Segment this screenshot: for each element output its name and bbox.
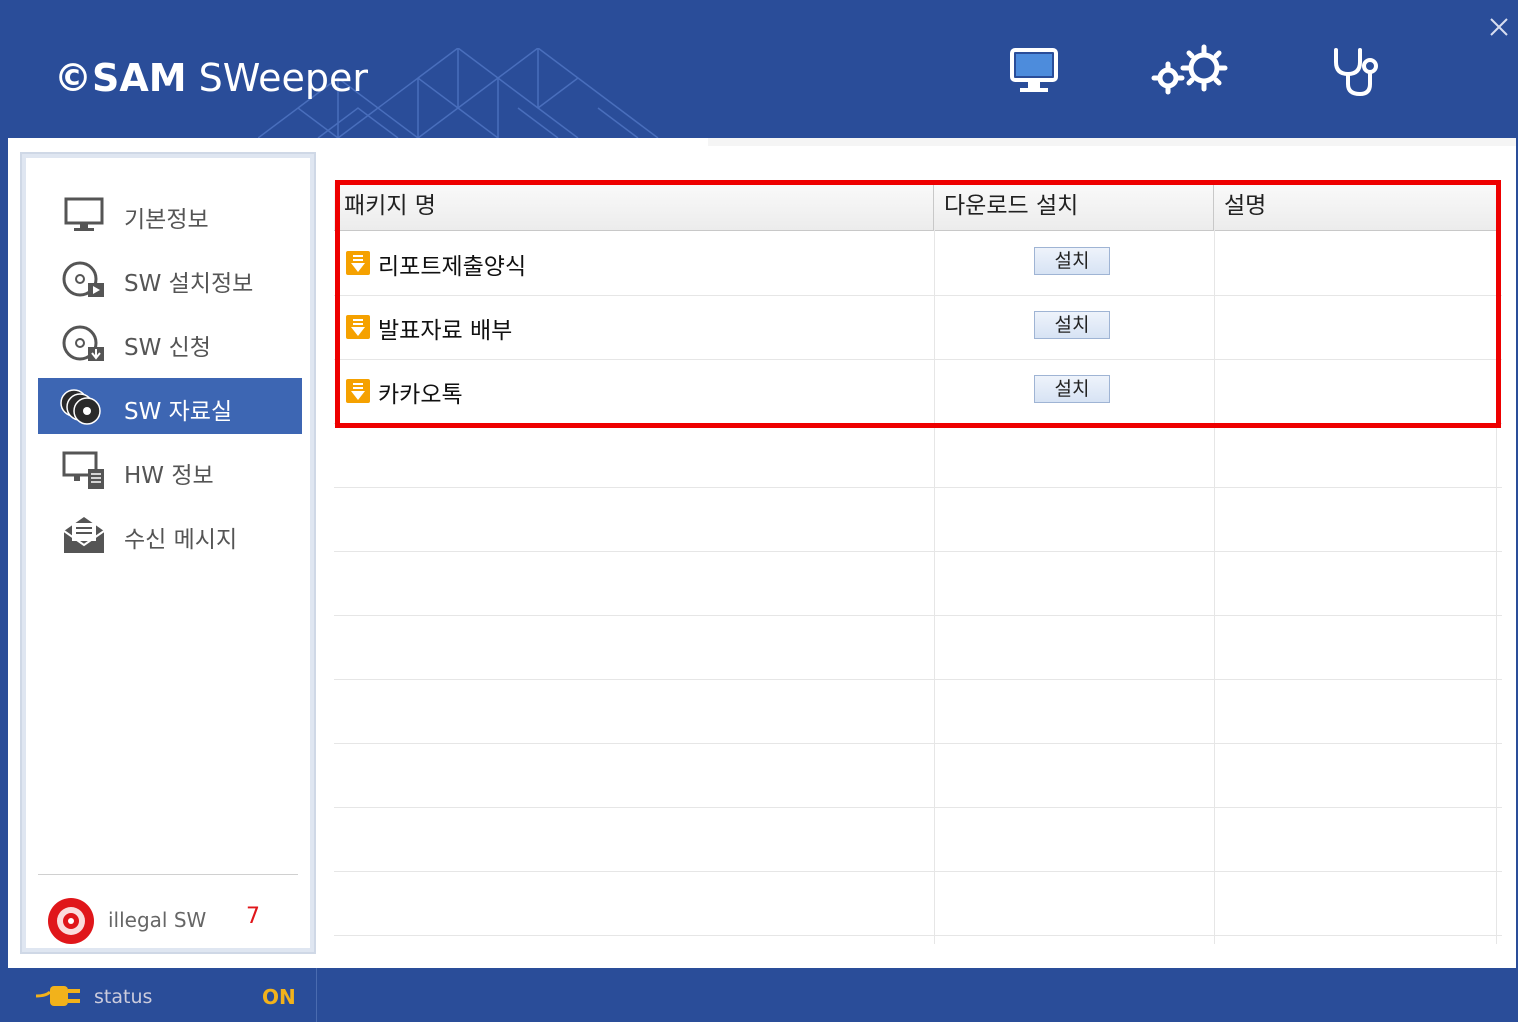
monitor-icon	[64, 197, 104, 231]
column-header-description[interactable]: 설명	[1214, 182, 1498, 230]
app-logo: ©SAM SWeeper	[54, 56, 368, 100]
install-button[interactable]: 설치	[1034, 311, 1110, 339]
install-button[interactable]: 설치	[1034, 375, 1110, 403]
empty-row	[334, 679, 1502, 744]
status-label: status	[94, 986, 153, 1008]
envelope-icon	[63, 517, 105, 553]
illegal-sw-label: illegal SW	[108, 908, 207, 932]
sidebar-item-hw-info[interactable]: HW 정보	[38, 442, 302, 498]
empty-row	[334, 807, 1502, 872]
package-name: 발표자료 배부	[378, 318, 513, 344]
header-bar: ©SAM SWeeper	[8, 8, 1516, 138]
empty-row	[334, 871, 1502, 936]
status-separator	[316, 968, 317, 1022]
monitor-icon[interactable]	[1006, 44, 1062, 100]
plug-icon	[36, 986, 80, 1006]
content-area: 기본정보 SW 설치정보 SW 신청 SW 자료실 HW 정보 수신 메시지 i…	[8, 138, 1516, 968]
sidebar-item-label: SW 자료실	[124, 399, 233, 425]
sidebar-item-label: 기본정보	[124, 207, 209, 233]
package-name: 리포트제출양식	[378, 254, 527, 280]
sidebar-item-label: 수신 메시지	[124, 527, 238, 553]
hardware-icon	[62, 451, 104, 489]
table-row[interactable]: 발표자료 배부 설치	[334, 295, 1502, 360]
column-header-package-name[interactable]: 패키지 명	[334, 182, 934, 230]
package-grid: 패키지 명 다운로드 설치 설명 리포트제출양식 설치 발표자료 배부 설치 카…	[334, 182, 1502, 944]
logo-suffix: SWeeper	[186, 56, 369, 100]
red-disc-icon	[48, 898, 94, 944]
empty-row	[334, 615, 1502, 680]
sidebar-item-messages[interactable]: 수신 메시지	[38, 506, 302, 562]
stethoscope-icon[interactable]	[1326, 44, 1382, 100]
status-value: ON	[262, 985, 296, 1009]
top-strip	[708, 138, 1516, 146]
empty-row	[334, 487, 1502, 552]
package-name: 카카오톡	[378, 382, 463, 408]
logo-prefix: ©SAM	[54, 56, 187, 100]
sidebar-item-label: SW 설치정보	[124, 271, 254, 297]
sidebar-item-label: HW 정보	[124, 463, 214, 489]
download-icon	[346, 315, 370, 339]
status-bar: status ON	[8, 968, 1516, 1022]
sidebar-item-sw-install-info[interactable]: SW 설치정보	[38, 250, 302, 306]
sidebar-panel: 기본정보 SW 설치정보 SW 신청 SW 자료실 HW 정보 수신 메시지 i…	[26, 158, 310, 948]
grid-header: 패키지 명 다운로드 설치 설명	[334, 182, 1498, 231]
column-header-download-install[interactable]: 다운로드 설치	[934, 182, 1214, 230]
download-icon	[346, 379, 370, 403]
sidebar-divider	[38, 874, 298, 875]
sidebar-item-sw-request[interactable]: SW 신청	[38, 314, 302, 370]
discs-stack-icon	[60, 389, 101, 425]
table-row[interactable]: 카카오톡 설치	[334, 359, 1502, 424]
app-window: ©SAM SWeeper 기본정보 SW 설치정보 SW 신청 SW 자료실 H…	[0, 0, 1518, 1022]
disc-download-icon	[62, 325, 104, 361]
empty-row	[334, 423, 1502, 488]
empty-row	[334, 551, 1502, 616]
install-button[interactable]: 설치	[1034, 247, 1110, 275]
close-icon[interactable]	[1488, 16, 1510, 38]
illegal-sw-indicator[interactable]: illegal SW 7	[46, 890, 296, 946]
sidebar-item-sw-library[interactable]: SW 자료실	[38, 378, 302, 434]
disc-play-icon	[62, 261, 104, 297]
table-row[interactable]: 리포트제출양식 설치	[334, 231, 1502, 296]
gears-icon[interactable]	[1148, 44, 1238, 100]
sidebar-item-label: SW 신청	[124, 335, 211, 361]
sidebar-item-basic-info[interactable]: 기본정보	[38, 186, 302, 242]
download-icon	[346, 251, 370, 275]
sidebar: 기본정보 SW 설치정보 SW 신청 SW 자료실 HW 정보 수신 메시지 i…	[20, 152, 316, 954]
empty-row	[334, 743, 1502, 808]
illegal-sw-count: 7	[246, 904, 260, 929]
